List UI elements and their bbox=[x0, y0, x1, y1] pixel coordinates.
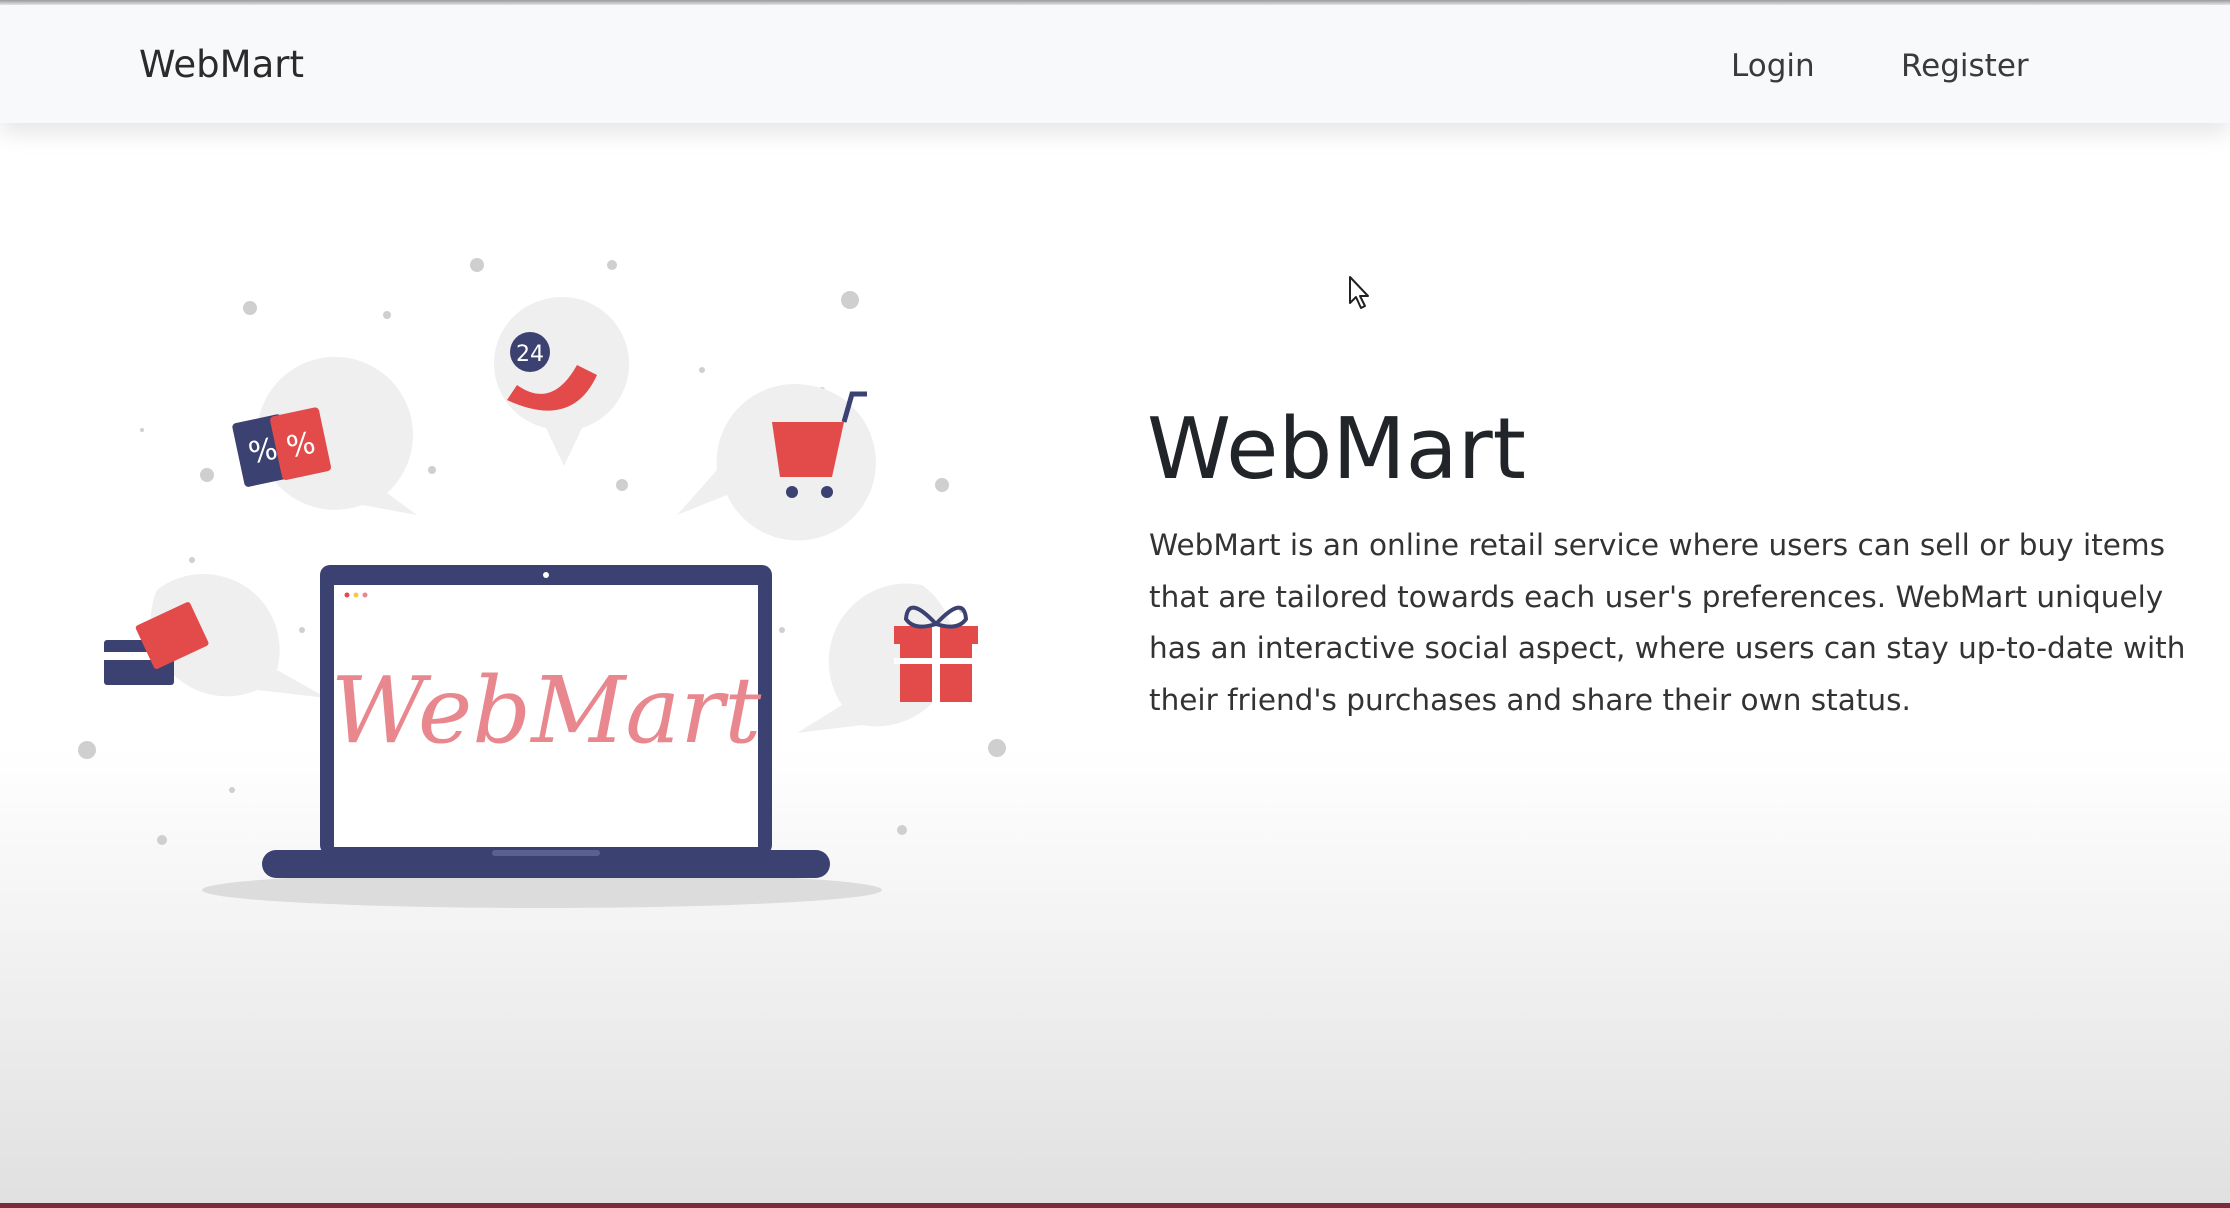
laptop-icon: WebMart bbox=[202, 565, 882, 908]
laptop-screen-text: WebMart bbox=[331, 657, 762, 764]
register-link[interactable]: Register bbox=[1901, 48, 2029, 84]
window-bottom-edge bbox=[0, 1203, 2230, 1208]
brand-link[interactable]: WebMart bbox=[139, 43, 304, 86]
mouse-pointer-icon bbox=[1349, 276, 1369, 309]
gift-icon bbox=[797, 583, 978, 733]
navbar: WebMart Login Register bbox=[0, 5, 2230, 123]
hero-title: WebMart bbox=[1147, 400, 1527, 499]
hero-description: WebMart is an online retail service wher… bbox=[1149, 528, 2186, 717]
price-tag-icon: % % bbox=[232, 356, 417, 515]
login-link[interactable]: Login bbox=[1731, 48, 1815, 84]
shopping-cart-icon bbox=[677, 384, 876, 541]
credit-card-icon bbox=[104, 573, 327, 698]
svg-text:24: 24 bbox=[516, 342, 544, 367]
hero-illustration: % % 24 WebMart bbox=[78, 258, 1006, 908]
phone-24h-icon: 24 bbox=[493, 296, 630, 466]
